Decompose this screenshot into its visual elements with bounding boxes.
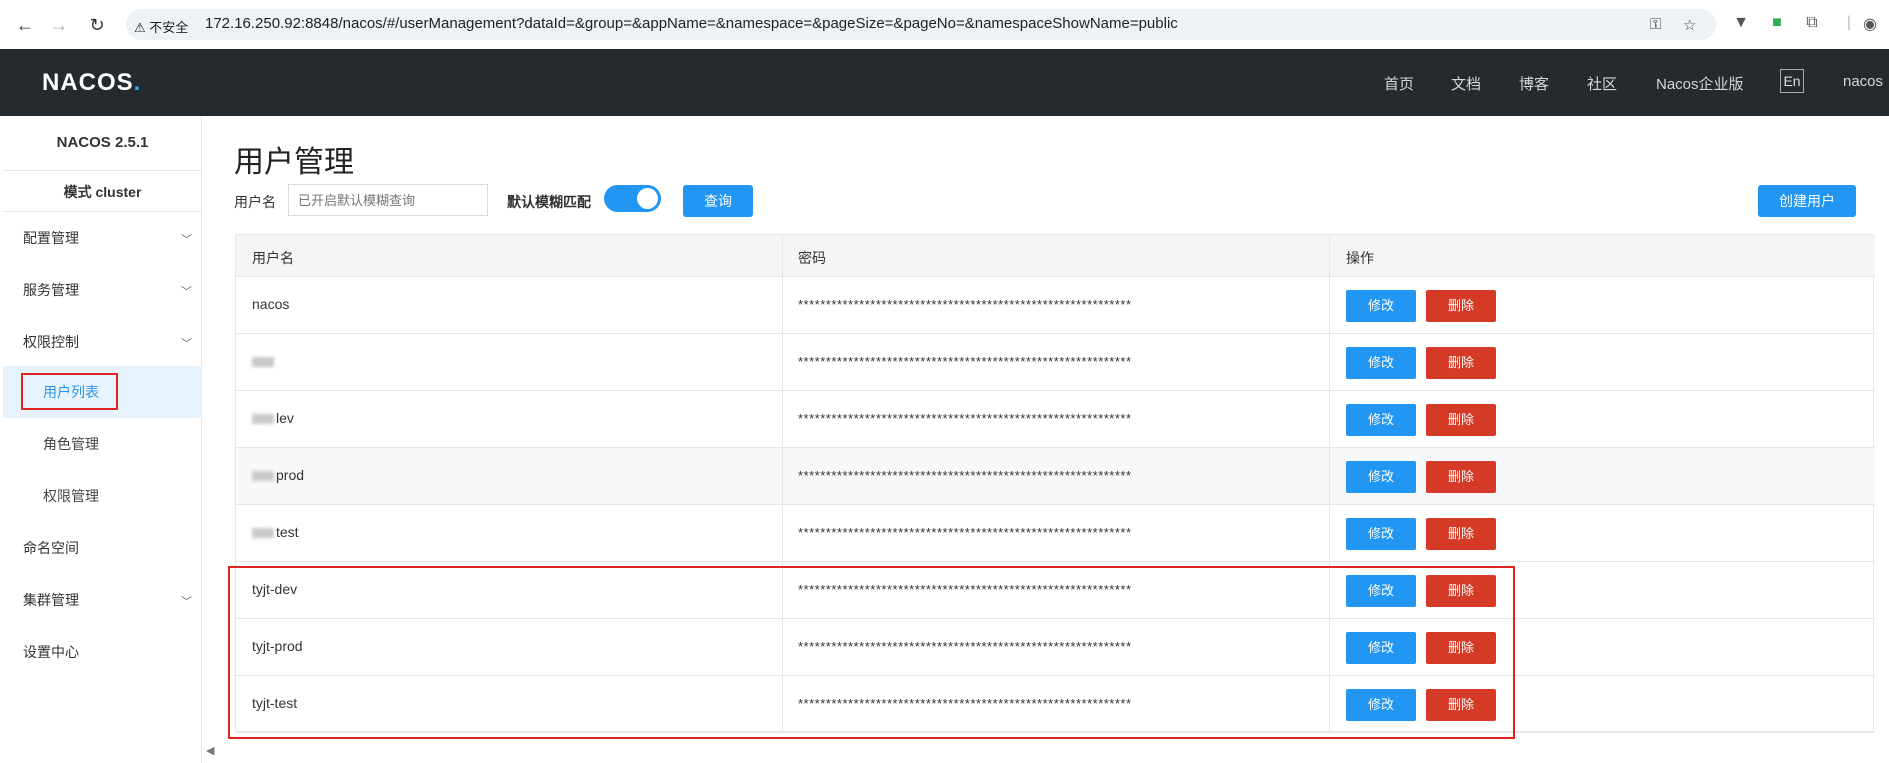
browser-toolbar: ← → ↻ ⚠ 不安全 172.16.250.92:8848/nacos/#/u… — [0, 0, 1889, 49]
chevron-down-icon[interactable]: ﹀ — [181, 283, 192, 299]
logo-dot: . — [133, 69, 142, 96]
edit-button[interactable]: 修改 — [1346, 518, 1416, 550]
nav-blog[interactable]: 博客 — [1519, 73, 1549, 94]
cell-username — [252, 353, 276, 369]
delete-button[interactable]: 删除 — [1426, 404, 1496, 436]
cell-username: prod — [252, 467, 304, 483]
version-label: NACOS 2.5.1 — [56, 134, 149, 151]
sidebar-item-permissions[interactable]: 权限管理 — [43, 486, 99, 506]
page-title: 用户管理 — [234, 146, 354, 179]
app-header: NACOS. 首页 文档 博客 社区 Nacos企业版 En nacos — [0, 49, 1889, 116]
password-key-icon[interactable]: ⚿ — [1650, 16, 1661, 33]
nav-community[interactable]: 社区 — [1587, 73, 1617, 94]
cell-password: ****************************************… — [798, 525, 1132, 540]
divider — [3, 170, 202, 171]
nav-docs[interactable]: 文档 — [1451, 73, 1481, 94]
table-row: test ***********************************… — [236, 505, 1875, 562]
highlight-box — [21, 373, 118, 410]
username-text: test — [276, 524, 299, 540]
delete-button[interactable]: 删除 — [1426, 518, 1496, 550]
redacted-mark — [252, 471, 274, 482]
table-row: lev ************************************… — [236, 391, 1875, 448]
nav-home[interactable]: 首页 — [1384, 73, 1414, 94]
scroll-left-icon[interactable]: ◀ — [206, 744, 214, 757]
menu-settings[interactable]: 设置中心 — [23, 642, 79, 662]
mode-label: 模式 cluster — [63, 184, 142, 200]
insecure-label: 不安全 — [149, 20, 189, 35]
bookmark-star-icon[interactable]: ☆ — [1683, 16, 1696, 34]
delete-button[interactable]: 删除 — [1426, 461, 1496, 493]
toggle-knob — [637, 188, 658, 209]
username-search-input[interactable] — [288, 184, 488, 216]
menu-auth[interactable]: 权限控制 — [23, 332, 79, 352]
divider — [3, 211, 202, 212]
redacted-mark — [252, 357, 274, 368]
delete-button[interactable]: 删除 — [1426, 347, 1496, 379]
query-button[interactable]: 查询 — [683, 185, 753, 217]
url-text[interactable]: 172.16.250.92:8848/nacos/#/userManagemen… — [205, 15, 1178, 32]
chevron-down-icon[interactable]: ﹀ — [181, 593, 192, 609]
extension-green-icon[interactable]: ■ — [1767, 14, 1787, 34]
nav-enterprise[interactable]: Nacos企业版 — [1656, 73, 1744, 94]
header-actions: 操作 — [1346, 250, 1374, 266]
toolbar-divider: | — [1846, 14, 1852, 31]
username-text: prod — [276, 467, 305, 483]
username-label: 用户名 — [234, 194, 276, 210]
back-icon[interactable]: ← — [14, 14, 36, 36]
language-toggle[interactable]: En — [1780, 69, 1804, 93]
highlight-box — [228, 566, 1515, 739]
current-user[interactable]: nacos — [1843, 73, 1883, 90]
chevron-down-icon[interactable]: ﹀ — [181, 231, 192, 247]
profile-icon[interactable]: ◉ — [1860, 14, 1880, 34]
header-password: 密码 — [798, 250, 826, 266]
fuzzy-match-label: 默认模糊匹配 — [507, 194, 591, 210]
fuzzy-match-toggle[interactable] — [604, 185, 661, 212]
header-username: 用户名 — [252, 250, 294, 266]
extensions-puzzle-icon[interactable]: ⧉ — [1802, 14, 1822, 34]
menu-cluster[interactable]: 集群管理 — [23, 590, 79, 610]
cell-username: lev — [252, 410, 294, 426]
edit-button[interactable]: 修改 — [1346, 290, 1416, 322]
table-row: nacos **********************************… — [236, 277, 1875, 334]
username-text: lev — [276, 410, 294, 426]
cell-password: ****************************************… — [798, 468, 1132, 483]
logo-text: NACOS — [42, 69, 134, 96]
cell-password: ****************************************… — [798, 297, 1132, 312]
table-row: prod ***********************************… — [236, 448, 1875, 505]
cell-username: test — [252, 524, 299, 540]
edit-button[interactable]: 修改 — [1346, 461, 1416, 493]
cell-username: nacos — [252, 296, 290, 312]
chevron-down-icon[interactable]: ﹀ — [181, 335, 192, 351]
menu-config[interactable]: 配置管理 — [23, 228, 79, 248]
sidebar-item-roles[interactable]: 角色管理 — [43, 434, 99, 454]
reload-icon[interactable]: ↻ — [86, 14, 108, 36]
menu-namespace[interactable]: 命名空间 — [23, 538, 79, 558]
table-header: 用户名 密码 操作 — [236, 235, 1875, 277]
cell-password: ****************************************… — [798, 354, 1132, 369]
redacted-mark — [252, 528, 274, 539]
nacos-logo[interactable]: NACOS. — [42, 69, 141, 97]
edit-button[interactable]: 修改 — [1346, 347, 1416, 379]
menu-service[interactable]: 服务管理 — [23, 280, 79, 300]
cell-password: ****************************************… — [798, 411, 1132, 426]
sidebar: NACOS 2.5.1 模式 cluster 配置管理 ﹀ 服务管理 ﹀ 权限控… — [3, 116, 202, 763]
redacted-mark — [252, 414, 274, 425]
insecure-badge[interactable]: ⚠ 不安全 — [134, 17, 188, 36]
extension-v-icon[interactable]: ▼ — [1731, 14, 1751, 34]
table-row: ****************************************… — [236, 334, 1875, 391]
delete-button[interactable]: 删除 — [1426, 290, 1496, 322]
forward-icon[interactable]: → — [48, 14, 70, 36]
edit-button[interactable]: 修改 — [1346, 404, 1416, 436]
create-user-button[interactable]: 创建用户 — [1758, 185, 1856, 217]
